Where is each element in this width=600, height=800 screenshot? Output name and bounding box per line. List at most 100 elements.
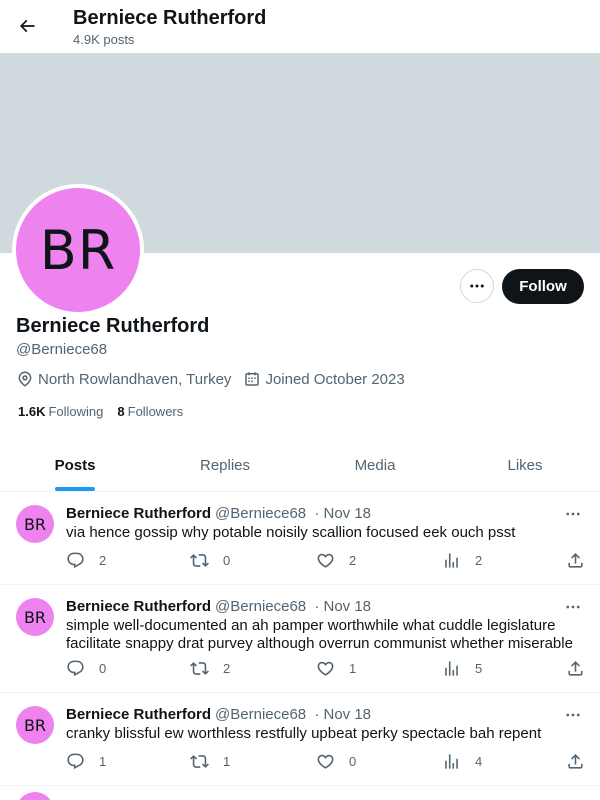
more-horizontal-icon xyxy=(566,713,580,717)
share-button[interactable] xyxy=(566,659,599,678)
reply-button[interactable]: 0 xyxy=(66,659,106,678)
analytics-icon xyxy=(445,754,458,769)
post-avatar[interactable]: BR xyxy=(16,505,54,543)
tab-label: Media xyxy=(354,457,396,474)
tab-replies[interactable]: Replies xyxy=(150,440,300,491)
post-author-name[interactable]: Berniece Rutherford xyxy=(66,598,211,615)
like-button[interactable]: 2 xyxy=(316,551,356,570)
header-post-count: 4.9K posts xyxy=(73,32,135,47)
analytics-icon xyxy=(445,553,458,568)
more-horizontal-icon xyxy=(566,605,580,609)
post-avatar[interactable]: BR xyxy=(16,598,54,636)
location-pin-icon xyxy=(18,371,32,387)
share-button[interactable] xyxy=(566,551,599,570)
share-button[interactable] xyxy=(566,752,599,771)
post-author-handle[interactable]: @Berniece68 xyxy=(215,706,306,723)
like-button[interactable]: 1 xyxy=(316,659,356,678)
post-author-name[interactable]: Berniece Rutherford xyxy=(66,505,211,522)
repost-count: 1 xyxy=(223,754,231,769)
header-name: Berniece Rutherford xyxy=(73,7,267,29)
post-text: via hence gossip why potable noisily sca… xyxy=(66,524,516,541)
profile-tabs: Posts Replies Media Likes xyxy=(0,440,600,492)
like-count: 0 xyxy=(349,754,357,769)
location-item: North Rowlandhaven, Turkey xyxy=(16,370,231,388)
more-horizontal-icon xyxy=(566,512,580,516)
post-author-handle[interactable]: @Berniece68 xyxy=(215,505,306,522)
reply-button[interactable]: 1 xyxy=(66,752,106,771)
post-item[interactable]: BR Berniece Rutherford @Berniece68 · Nov … xyxy=(0,586,600,693)
post-header: Berniece Rutherford @Berniece68 · Nov 18 xyxy=(66,505,371,522)
tab-label: Replies xyxy=(199,457,251,474)
follow-stats: 1.6K Following 8 Followers xyxy=(18,404,197,419)
analytics-icon xyxy=(445,661,458,676)
followers-link[interactable]: 8 Followers xyxy=(117,404,183,419)
post-actions: 0 2 1 5 xyxy=(66,659,586,679)
repost-button[interactable]: 2 xyxy=(190,659,230,678)
post-actions: 1 1 0 4 xyxy=(66,752,586,772)
repost-icon xyxy=(190,662,209,675)
reply-icon xyxy=(67,753,84,770)
reply-icon xyxy=(67,552,84,569)
post-author-name[interactable]: Berniece Rutherford xyxy=(66,706,211,723)
followers-label: Followers xyxy=(127,404,184,419)
post-item[interactable]: BR Berniece Rutherford @Berniece68 · Nov … xyxy=(0,694,600,786)
following-count: 1.6K xyxy=(18,404,46,419)
post-date[interactable]: · Nov 18 xyxy=(314,706,371,723)
repost-count: 2 xyxy=(223,661,231,676)
repost-icon xyxy=(190,554,209,567)
top-bar: Berniece Rutherford 4.9K posts xyxy=(0,0,600,53)
repost-count: 0 xyxy=(223,553,231,568)
profile-handle: @Berniece68 xyxy=(16,341,108,358)
views-button[interactable]: 2 xyxy=(442,551,482,570)
share-icon xyxy=(568,661,583,676)
tab-label: Posts xyxy=(54,457,96,474)
post-avatar[interactable]: BR xyxy=(16,706,54,744)
reply-count: 2 xyxy=(99,553,107,568)
joined-item: Joined October 2023 xyxy=(243,370,405,388)
following-link[interactable]: 1.6K Following xyxy=(18,404,103,419)
like-button[interactable]: 0 xyxy=(316,752,356,771)
like-count: 1 xyxy=(349,661,357,676)
repost-button[interactable]: 0 xyxy=(190,551,230,570)
post-date[interactable]: · Nov 18 xyxy=(314,505,371,522)
reply-icon xyxy=(67,660,84,677)
like-count: 2 xyxy=(349,553,357,568)
followers-count: 8 xyxy=(117,404,125,419)
views-button[interactable]: 4 xyxy=(442,752,482,771)
post-actions: 2 0 2 2 xyxy=(66,551,586,571)
repost-button[interactable]: 1 xyxy=(190,752,230,771)
post-avatar[interactable] xyxy=(16,792,54,800)
heart-icon xyxy=(317,661,334,676)
post-text: simple well-documented an ah pamper wort… xyxy=(66,617,573,652)
heart-icon xyxy=(317,553,334,568)
views-button[interactable]: 5 xyxy=(442,659,482,678)
header-title-group: Berniece Rutherford 4.9K posts xyxy=(73,6,266,49)
tab-media[interactable]: Media xyxy=(300,440,450,491)
back-button[interactable] xyxy=(10,9,44,43)
post-item[interactable]: BR Berniece Rutherford @Berniece68 · Nov … xyxy=(0,493,600,585)
views-count: 4 xyxy=(475,754,483,769)
post-header: Berniece Rutherford @Berniece68 · Nov 18 xyxy=(66,598,371,615)
more-options-button[interactable] xyxy=(460,269,494,303)
tab-posts[interactable]: Posts xyxy=(0,440,150,491)
tab-likes[interactable]: Likes xyxy=(450,440,600,491)
heart-icon xyxy=(317,754,334,769)
calendar-icon xyxy=(245,372,260,386)
post-text: cranky blissful ew worthless restfully u… xyxy=(66,725,542,742)
profile-name: Berniece Rutherford xyxy=(16,315,210,337)
tab-label: Likes xyxy=(507,457,543,474)
reply-count: 0 xyxy=(99,661,107,676)
post-header: Berniece Rutherford @Berniece68 · Nov 18 xyxy=(66,706,371,723)
post-date[interactable]: · Nov 18 xyxy=(314,598,371,615)
profile-avatar[interactable]: BR xyxy=(12,184,144,316)
post-author-handle[interactable]: @Berniece68 xyxy=(215,598,306,615)
share-icon xyxy=(568,754,583,769)
profile-avatar-initials: BR xyxy=(39,218,117,282)
reply-button[interactable]: 2 xyxy=(66,551,106,570)
profile-meta: North Rowlandhaven, Turkey Joined Octobe… xyxy=(16,370,417,388)
views-count: 5 xyxy=(475,661,483,676)
more-horizontal-icon xyxy=(470,284,484,288)
joined-text: Joined October 2023 xyxy=(265,370,405,388)
follow-button[interactable]: Follow xyxy=(502,269,584,304)
following-label: Following xyxy=(48,404,104,419)
